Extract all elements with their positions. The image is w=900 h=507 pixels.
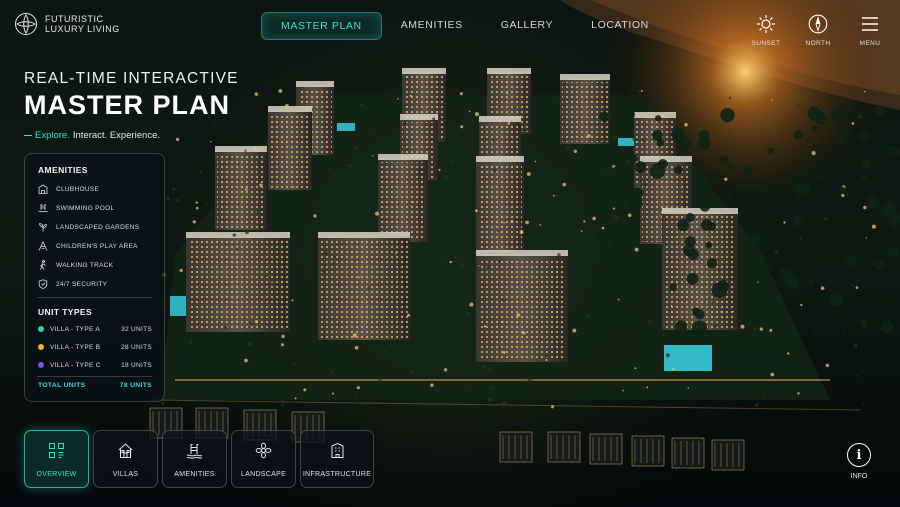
nav-gallery[interactable]: GALLERY xyxy=(482,12,572,38)
amenity-label: LANDSCAPED GARDENS xyxy=(56,223,140,231)
amenity-label: CLUBHOUSE xyxy=(56,185,100,193)
sun-icon xyxy=(757,15,775,33)
unit-count: 28 UNITS xyxy=(121,344,152,351)
type-a-dot xyxy=(38,326,44,332)
nav-location[interactable]: LOCATION xyxy=(572,12,668,38)
unit-type-a[interactable]: VILLA - TYPE A 32 UNITS xyxy=(38,326,152,333)
main-nav: MASTER PLAN AMENITIES GALLERY LOCATION xyxy=(261,12,668,40)
tab-overview[interactable]: OVERVIEW xyxy=(24,430,89,488)
total-count: 78 UNITS xyxy=(119,382,152,389)
compass-icon xyxy=(808,14,828,34)
tagline-dash xyxy=(24,134,32,137)
building-icon xyxy=(38,184,48,194)
brand-name: FUTURISTIC LUXURY LIVING xyxy=(45,14,120,34)
tagline-rest: Interact. Experience. xyxy=(72,130,160,141)
amenity-landscaped-gardens[interactable]: LANDSCAPED GARDENS xyxy=(38,222,139,232)
garden-icon xyxy=(39,223,47,232)
menu-button[interactable]: MENU xyxy=(854,14,886,47)
north-label: NORTH xyxy=(805,40,831,47)
walking-icon xyxy=(40,260,46,270)
unit-label: VILLA - TYPE C xyxy=(50,362,101,369)
amenities-heading: AMENITIES xyxy=(38,165,88,175)
pool-icon xyxy=(38,204,48,213)
tab-label: OVERVIEW xyxy=(36,471,77,478)
unit-types-heading: UNIT TYPES xyxy=(38,307,93,317)
hamburger-icon xyxy=(862,17,878,31)
unit-count: 18 UNITS xyxy=(121,362,152,369)
amenity-clubhouse[interactable]: CLUBHOUSE xyxy=(38,184,99,194)
flower-icon xyxy=(255,442,272,459)
tab-amenities[interactable]: AMENITIES xyxy=(162,430,227,488)
type-b-dot xyxy=(38,344,44,350)
info-label: INFO xyxy=(850,473,868,480)
sunset-label: SUNSET xyxy=(751,40,781,47)
unit-type-c[interactable]: VILLA - TYPE C 18 UNITS xyxy=(38,362,152,369)
tagline-highlight: Explore. xyxy=(35,130,70,141)
building-icon xyxy=(331,442,343,458)
info-icon: i xyxy=(847,443,871,467)
pool-ladder-icon xyxy=(186,444,203,459)
amenity-label: WALKING TRACK xyxy=(56,261,114,269)
tab-villas[interactable]: VILLAS xyxy=(93,430,158,488)
tab-landscape[interactable]: LANDSCAPE xyxy=(231,430,296,488)
tab-label: INFRASTRUCTURE xyxy=(302,471,372,478)
playground-icon xyxy=(38,241,48,251)
unit-label: VILLA - TYPE B xyxy=(50,344,101,351)
total-label: TOTAL UNITS xyxy=(38,382,86,389)
house-icon xyxy=(118,443,133,458)
top-controls: SUNSET NORTH MENU xyxy=(750,14,886,47)
tab-infrastructure[interactable]: INFRASTRUCTURE xyxy=(300,430,374,488)
view-tabs: OVERVIEW VILLAS AMENITIES LANDSCAPE INFR… xyxy=(24,430,374,488)
total-units: TOTAL UNITS 78 UNITS xyxy=(38,382,152,389)
amenity-swimming-pool[interactable]: SWIMMING POOL xyxy=(38,203,114,213)
info-panel: AMENITIES CLUBHOUSE SWIMMING POOL LANDSC… xyxy=(24,153,165,402)
hero-tagline: Explore. Interact. Experience. xyxy=(24,130,239,141)
amenity-label: CHILDREN'S PLAY AREA xyxy=(56,242,138,250)
tab-label: AMENITIES xyxy=(174,471,215,478)
amenity-label: 24/7 SECURITY xyxy=(56,280,108,288)
nav-amenities[interactable]: AMENITIES xyxy=(382,12,482,38)
tab-label: VILLAS xyxy=(112,471,139,478)
unit-count: 32 UNITS xyxy=(121,326,152,333)
north-button[interactable]: NORTH xyxy=(802,14,834,47)
grid-icon xyxy=(49,443,64,458)
unit-label: VILLA - TYPE A xyxy=(50,326,100,333)
type-c-dot xyxy=(38,362,44,368)
hero-subtitle: REAL-TIME INTERACTIVE xyxy=(24,70,239,87)
amenity-label: SWIMMING POOL xyxy=(56,204,115,212)
brand-line2: LUXURY LIVING xyxy=(45,24,120,34)
brand-logo-icon xyxy=(15,13,37,35)
unit-type-b[interactable]: VILLA - TYPE B 28 UNITS xyxy=(38,344,152,351)
tab-label: LANDSCAPE xyxy=(240,471,287,478)
page-title: MASTER PLAN xyxy=(24,90,230,120)
panel-divider xyxy=(37,297,152,298)
amenity-walking-track[interactable]: WALKING TRACK xyxy=(38,260,113,270)
top-bar: FUTURISTIC LUXURY LIVING MASTER PLAN AME… xyxy=(0,0,900,52)
panel-divider xyxy=(37,376,152,377)
info-button[interactable]: i INFO xyxy=(847,443,871,480)
menu-label: MENU xyxy=(859,40,881,47)
brand[interactable]: FUTURISTIC LUXURY LIVING xyxy=(14,12,120,36)
nav-master-plan[interactable]: MASTER PLAN xyxy=(261,12,382,40)
brand-line1: FUTURISTIC xyxy=(45,14,104,24)
shield-icon xyxy=(38,279,48,289)
sunset-button[interactable]: SUNSET xyxy=(750,14,782,47)
amenity-security[interactable]: 24/7 SECURITY xyxy=(38,279,107,289)
hero: REAL-TIME INTERACTIVE MASTER PLAN Explor… xyxy=(24,70,239,141)
amenity-childrens-play-area[interactable]: CHILDREN'S PLAY AREA xyxy=(38,241,138,251)
